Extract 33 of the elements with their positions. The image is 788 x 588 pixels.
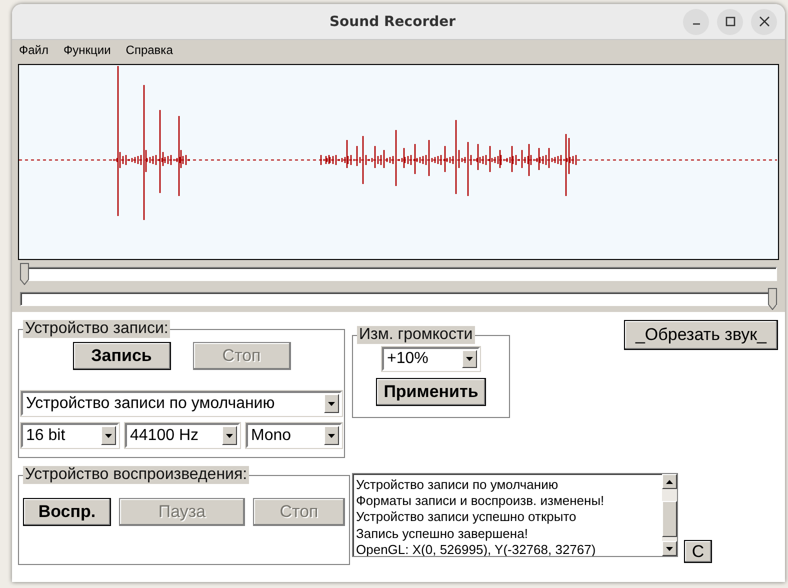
apply-button[interactable]: Применить [376,378,486,406]
window-title: Sound Recorder [328,14,457,30]
menu-item[interactable]: Функции [62,43,112,57]
log-line: Устройство записи по умолчанию [356,477,560,494]
log-line: Запись успешно завершена! [356,526,529,542]
channels-dropdown[interactable]: Mono [246,423,342,448]
device-dropdown[interactable]: Устройство записи по умолчанию [21,391,342,416]
slider-thumb[interactable] [768,288,777,310]
sample-rate-dropdown[interactable]: 44100 Hz [125,423,240,448]
menu-item[interactable]: Справка [124,43,174,57]
dropdown-arrow-icon[interactable] [105,434,112,438]
dropdown-arrow-icon[interactable] [328,402,335,406]
dropdown-arrow-icon[interactable] [466,357,473,361]
slider-track[interactable] [20,263,777,285]
menu-item[interactable]: Файл [18,43,50,57]
play-button[interactable]: Воспр. [23,498,111,526]
trim-button[interactable]: _Обрезать звук_ [624,320,778,350]
slider-thumb[interactable] [20,263,29,285]
group-label: Устройство воспроизведения: [23,466,250,484]
volume-dropdown[interactable]: +10% [382,347,480,371]
scrollbar[interactable] [662,474,677,556]
scroll-down-icon[interactable] [666,546,673,550]
bit-depth-dropdown[interactable]: 16 bit [21,423,119,448]
record-button[interactable]: Запись [72,342,170,370]
dropdown-arrow-icon[interactable] [226,434,233,438]
dropdown-arrow-icon[interactable] [328,434,335,438]
group-label: Изм. громкости [357,326,475,344]
log-line: Форматы записи и воспроизв. изменены! [356,493,606,510]
log-line: Устройство записи успешно открыто [356,509,578,526]
group-label: Устройство записи: [23,320,170,338]
clear-button[interactable]: C [684,540,712,563]
scroll-up-icon[interactable] [666,480,673,484]
slider-track[interactable] [20,288,777,310]
